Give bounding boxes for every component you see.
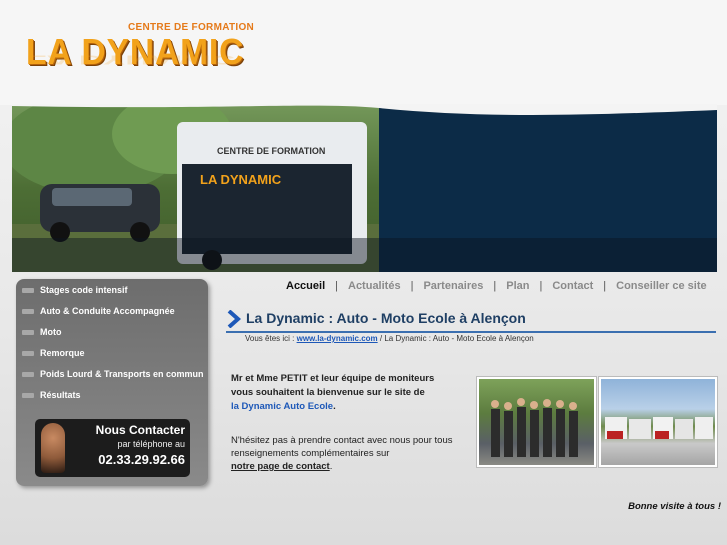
sidebar-item-label: Remorque	[40, 348, 85, 358]
nav-separator: |	[539, 280, 543, 292]
nav-separator: |	[335, 280, 338, 292]
hero-swoosh	[12, 104, 717, 115]
team-illustration	[491, 398, 578, 457]
contact-subtitle: par téléphone au	[117, 439, 185, 449]
sidebar-item-resultats[interactable]: Résultats	[16, 386, 208, 406]
sidebar-item-auto[interactable]: Auto & Conduite Accompagnée	[16, 302, 208, 322]
breadcrumb-prefix: Vous êtes ici :	[245, 334, 295, 343]
intro-line-2: vous souhaitent la bienvenue sur le site…	[231, 387, 425, 398]
contact-page-link[interactable]: notre page de contact	[231, 461, 330, 472]
logo-reflection: LA DYNAMIC	[26, 52, 235, 67]
trailer-text-1: CENTRE DE FORMATION	[217, 146, 325, 156]
contact-text: N'hésitez pas à prendre contact avec nou…	[231, 435, 453, 459]
bullet-icon	[22, 372, 34, 377]
team-photo[interactable]	[477, 377, 596, 467]
breadcrumb: Vous êtes ici : www.la-dynamic.com / La …	[245, 334, 534, 343]
sidebar-item-label: Poids Lourd & Transports en commun	[40, 369, 204, 379]
nav-accueil[interactable]: Accueil	[286, 280, 325, 292]
bullet-icon	[22, 288, 34, 293]
operator-avatar	[41, 423, 65, 473]
header: CENTRE DE FORMATION LA DYNAMIC LA DYNAMI…	[0, 0, 727, 105]
nav-conseiller[interactable]: Conseiller ce site	[616, 280, 707, 292]
page-title: La Dynamic : Auto - Moto Ecole à Alençon	[246, 310, 526, 326]
vehicle-fleet-photo[interactable]	[599, 377, 717, 467]
intro-line-1: Mr et Mme PETIT et leur équipe de monite…	[231, 373, 435, 384]
chevron-right-icon	[227, 310, 242, 328]
nav-partenaires[interactable]: Partenaires	[423, 280, 483, 292]
bullet-icon	[22, 330, 34, 335]
sidebar-item-label: Résultats	[40, 390, 81, 400]
contact-paragraph: N'hésitez pas à prendre contact avec nou…	[231, 434, 459, 473]
breadcrumb-home-link[interactable]: www.la-dynamic.com	[297, 334, 378, 343]
fleet-illustration	[605, 417, 713, 439]
bullet-icon	[22, 309, 34, 314]
nav-separator: |	[410, 280, 414, 292]
nav-separator: |	[493, 280, 497, 292]
sidebar-item-label: Moto	[40, 327, 62, 337]
sidebar-item-remorque[interactable]: Remorque	[16, 344, 208, 364]
nav-contact[interactable]: Contact	[552, 280, 593, 292]
intro-text: Mr et Mme PETIT et leur équipe de monite…	[231, 372, 459, 414]
page-title-bar: La Dynamic : Auto - Moto Ecole à Alençon	[226, 309, 716, 333]
hero-banner: CENTRE DE FORMATION LA DYNAMIC	[12, 104, 717, 272]
contact-title: Nous Contacter	[95, 423, 185, 437]
contact-phone: 02.33.29.92.66	[98, 452, 185, 467]
contact-banner[interactable]: Nous Contacter par téléphone au 02.33.29…	[35, 419, 190, 477]
nav-separator: |	[603, 280, 607, 292]
goodbye-text: Bonne visite à tous !	[628, 501, 721, 512]
trailer-text-2: LA DYNAMIC	[200, 172, 282, 187]
bullet-icon	[22, 393, 34, 398]
sidebar-item-label: Stages code intensif	[40, 285, 128, 295]
intro-site-link[interactable]: la Dynamic Auto Ecole	[231, 401, 333, 412]
sidebar: Stages code intensif Auto & Conduite Acc…	[16, 279, 208, 486]
nav-actualites[interactable]: Actualités	[348, 280, 401, 292]
bullet-icon	[22, 351, 34, 356]
sidebar-item-label: Auto & Conduite Accompagnée	[40, 306, 175, 316]
nav-plan[interactable]: Plan	[506, 280, 529, 292]
sidebar-item-moto[interactable]: Moto	[16, 323, 208, 343]
sidebar-item-poids-lourd[interactable]: Poids Lourd & Transports en commun	[16, 365, 208, 385]
sidebar-item-stages-code[interactable]: Stages code intensif	[16, 281, 208, 301]
breadcrumb-current: / La Dynamic : Auto - Moto Ecole à Alenç…	[379, 334, 534, 343]
intro-end: .	[333, 401, 336, 412]
top-nav: Accueil | Actualités | Partenaires | Plan | Cont…	[286, 280, 707, 292]
hero-strip	[12, 238, 717, 272]
contact-end: .	[329, 461, 333, 472]
